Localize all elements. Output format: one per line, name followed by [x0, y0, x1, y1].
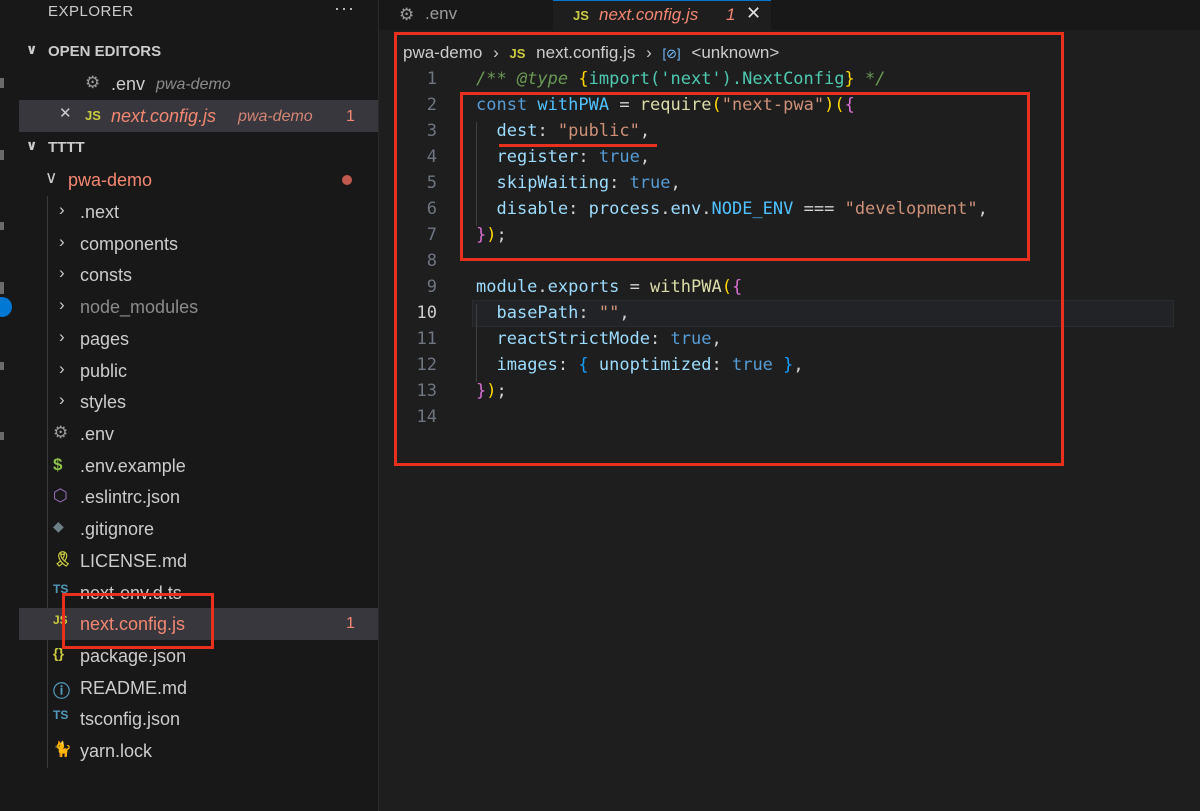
workspace-label: TTTT	[48, 139, 85, 156]
file-name: yarn.lock	[80, 741, 153, 761]
file-name: tsconfig.json	[80, 709, 181, 730]
file-name: README.md	[80, 677, 188, 698]
folder-name: pages	[80, 328, 130, 349]
tab-problem-count: 1	[726, 5, 736, 24]
source-control-badge[interactable]	[0, 297, 12, 317]
file-name: .env	[80, 424, 115, 444]
code-editor[interactable]: pwa-demo › JS next.config.js › [⊘] <unkn…	[379, 30, 1200, 811]
folder-item[interactable]: › node_modules	[19, 291, 378, 323]
chevron-right-icon: ›	[59, 326, 65, 346]
folder-item[interactable]: › components	[19, 228, 378, 260]
folder-item[interactable]: › public	[19, 355, 378, 387]
folder-name: components	[80, 233, 179, 254]
folder-name: public	[80, 360, 128, 381]
open-editor-desc: pwa-demo	[156, 76, 231, 93]
folder-item[interactable]: › .next	[19, 196, 378, 228]
workspace-section[interactable]: ∨ TTTT	[19, 134, 378, 162]
close-icon[interactable]: ✕	[59, 104, 72, 122]
chevron-down-icon: ∨	[45, 168, 58, 187]
open-editor-name: next.config.js	[111, 106, 217, 126]
problem-count-badge: 1	[346, 615, 355, 633]
file-name: .eslintrc.json	[80, 487, 181, 508]
file-item[interactable]: $ .env.example	[19, 450, 378, 482]
folder-name: node_modules	[80, 297, 199, 318]
file-item[interactable]: ⓘ README.md	[19, 672, 378, 704]
js-file-icon: JS	[85, 108, 101, 123]
license-icon: 🎗	[53, 550, 73, 568]
file-name: package.json	[80, 645, 187, 666]
file-item[interactable]: ⬡ .eslintrc.json	[19, 481, 378, 513]
js-file-icon: JS	[573, 8, 589, 23]
open-editor-item[interactable]: ⚙ .env pwa-demo	[19, 68, 378, 100]
activity-bar	[0, 0, 19, 811]
chevron-right-icon: ›	[59, 263, 65, 283]
annotation-underline-dest	[499, 144, 657, 147]
gear-icon: ⚙	[53, 423, 69, 442]
close-icon[interactable]: ✕	[746, 3, 761, 24]
file-item[interactable]: TS tsconfig.json	[19, 703, 378, 735]
eslint-icon: ⬡	[53, 486, 68, 506]
file-item[interactable]: ⚙ .env	[19, 418, 378, 450]
folder-item[interactable]: › consts	[19, 259, 378, 291]
modified-dot-icon	[342, 175, 352, 185]
tab-label: .env	[425, 4, 458, 23]
folder-item[interactable]: ∨ pwa-demo	[19, 164, 378, 196]
info-icon: ⓘ	[53, 681, 70, 701]
chevron-down-icon: ∨	[26, 137, 38, 153]
folder-name: .next	[80, 202, 120, 222]
file-item[interactable]: 🐈 yarn.lock	[19, 735, 378, 767]
folder-name: pwa-demo	[68, 170, 153, 190]
activity-icon[interactable]	[0, 282, 4, 294]
git-icon: ◆	[53, 518, 64, 535]
folder-item[interactable]: › styles	[19, 386, 378, 418]
chevron-right-icon: ›	[59, 358, 65, 378]
tab-label: next.config.js	[599, 5, 699, 24]
chevron-right-icon: ›	[59, 200, 65, 219]
open-editor-item-active[interactable]: ✕ JS next.config.js pwa-demo 1	[19, 100, 378, 132]
explorer-title: EXPLORER	[48, 3, 134, 20]
file-name: LICENSE.md	[80, 550, 188, 571]
explorer-sidebar: EXPLORER ··· ∨ OPEN EDITORS ⚙ .env pwa-d…	[19, 0, 379, 811]
file-item[interactable]: 🎗 LICENSE.md	[19, 545, 378, 577]
folder-name: styles	[80, 392, 127, 413]
more-actions-icon[interactable]: ···	[334, 0, 355, 19]
dollar-icon: $	[53, 454, 63, 474]
open-editor-name: .env	[111, 74, 146, 94]
annotation-box-pwa-config	[460, 92, 1030, 261]
problem-count-badge: 1	[346, 108, 355, 125]
folder-item[interactable]: › pages	[19, 323, 378, 355]
folder-name: consts	[80, 265, 133, 286]
open-editors-label: OPEN EDITORS	[48, 43, 162, 60]
open-editors-section[interactable]: ∨ OPEN EDITORS	[19, 38, 378, 66]
chevron-right-icon: ›	[59, 295, 65, 315]
annotation-box-config-file	[62, 593, 214, 649]
chevron-right-icon: ›	[59, 390, 65, 410]
activity-icon[interactable]	[0, 150, 4, 160]
gear-icon: ⚙	[85, 73, 101, 92]
gear-icon: ⚙	[399, 5, 415, 24]
tab-next-config[interactable]: JS next.config.js 1 ✕	[553, 0, 771, 31]
file-name: .env.example	[80, 455, 186, 476]
open-editor-desc: pwa-demo	[238, 108, 313, 125]
file-name: .gitignore	[80, 519, 155, 540]
tab-env[interactable]: ⚙ .env	[379, 0, 554, 30]
tab-bar: ⚙ .env JS next.config.js 1 ✕	[379, 0, 1200, 31]
ts-file-icon: TS	[53, 708, 69, 723]
activity-icon[interactable]	[0, 432, 4, 440]
chevron-down-icon: ∨	[26, 41, 38, 57]
activity-icon[interactable]	[0, 362, 4, 370]
yarn-icon: 🐈	[53, 741, 72, 758]
file-item[interactable]: ◆ .gitignore	[19, 513, 378, 545]
chevron-right-icon: ›	[59, 231, 65, 251]
activity-icon[interactable]	[0, 78, 4, 88]
activity-icon[interactable]	[0, 222, 4, 230]
